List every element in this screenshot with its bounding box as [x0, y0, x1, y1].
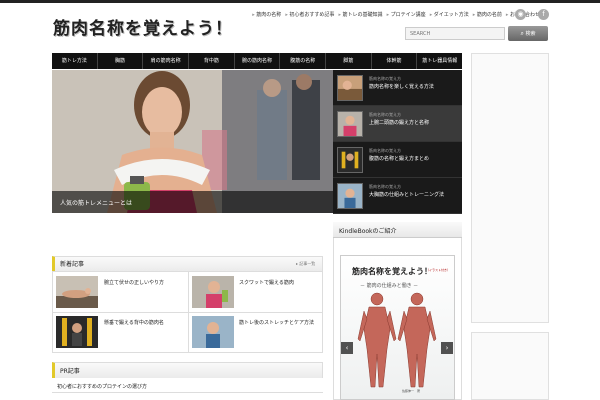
- post-thumbnail[interactable]: [192, 276, 234, 308]
- header-nav-item[interactable]: 筋肉の名前: [473, 10, 502, 22]
- header-nav-item[interactable]: 筋肉の名称: [252, 10, 281, 22]
- carousel-prev-button[interactable]: ‹: [341, 342, 353, 354]
- global-nav-item[interactable]: 肩の筋肉名称: [143, 53, 190, 69]
- pr-header: [52, 362, 323, 378]
- book-subtitle: － 筋肉の仕組みと働き －: [360, 283, 419, 289]
- side-list-title[interactable]: 筋肉名称を楽しく覚える方法: [369, 83, 459, 90]
- post-thumbnail[interactable]: [56, 276, 98, 308]
- sidebar-ad-top: [471, 53, 549, 323]
- header-nav-item[interactable]: 筋トレの基礎知識: [338, 10, 383, 22]
- side-thumb: [337, 183, 363, 209]
- header-nav: 筋肉の名称 初心者おすすめ記事 筋トレの基礎知識 プロテイン講座 ダイエット方法…: [256, 10, 540, 22]
- global-nav: 筋トレ方法 胸筋 肩の筋肉名称 背中筋 腕の筋肉名称 腹筋の名称 脚筋 体幹筋 …: [52, 53, 462, 69]
- side-list-category: 筋肉名称の覚え方: [369, 184, 401, 189]
- side-list-category: 筋肉名称の覚え方: [369, 112, 401, 117]
- side-list-title[interactable]: 大胸筋の仕組みとトレーニング法: [369, 191, 459, 198]
- new-posts-title: 新着記事: [60, 261, 85, 268]
- kindle-widget-title: KindleBookのご紹介: [339, 228, 397, 235]
- side-thumb: [337, 147, 363, 173]
- sidebar-ad-bottom: [471, 332, 549, 400]
- side-list-title[interactable]: 上腕二頭筋の鍛え方と名称: [369, 119, 459, 126]
- search-input[interactable]: [405, 27, 505, 40]
- global-nav-item[interactable]: 背中筋: [189, 53, 235, 69]
- global-nav-item[interactable]: 筋トレ方法: [52, 53, 98, 69]
- side-list-item[interactable]: 筋肉名称の覚え方 腹筋の名称と鍛え方まとめ: [333, 142, 462, 178]
- global-nav-item[interactable]: 脚筋: [326, 53, 372, 69]
- slider-side-list: 筋肉名称の覚え方 筋肉名称を楽しく覚える方法 筋肉名称の覚え方 上腕二頭筋の鍛え…: [333, 70, 462, 214]
- post-thumbnail[interactable]: [192, 316, 234, 348]
- pr-title: PR記事: [60, 368, 80, 375]
- side-list-category: 筋肉名称の覚え方: [369, 148, 401, 153]
- top-bar: [0, 0, 600, 3]
- header-nav-item[interactable]: ダイエット方法: [430, 10, 469, 22]
- side-list-item[interactable]: 筋肉名称の覚え方 上腕二頭筋の鍛え方と名称: [333, 106, 462, 142]
- book-tag: （イラスト付き）: [426, 268, 450, 272]
- rss-icon[interactable]: ◉: [515, 9, 526, 20]
- global-nav-item[interactable]: 体幹筋: [372, 53, 418, 69]
- post-title[interactable]: 懸垂で鍛える背中の筋肉名: [104, 319, 164, 326]
- book-title: 筋肉名称を覚えよう！: [352, 267, 432, 276]
- new-posts-more-link[interactable]: ▸ 記事一覧: [296, 261, 315, 267]
- global-nav-item[interactable]: 胸筋: [98, 53, 144, 69]
- post-title[interactable]: 筋トレ後のストレッチとケア方法: [239, 319, 314, 326]
- book-author: 佐藤伸一 著: [402, 389, 421, 393]
- header-nav-item[interactable]: 初心者おすすめ記事: [285, 10, 334, 22]
- search-icon: ⌕: [520, 29, 524, 37]
- post-title[interactable]: 腕立て伏せの正しいやり方: [104, 279, 164, 286]
- slider-caption[interactable]: 人気の筋トレメニューとは: [60, 198, 132, 207]
- side-list-item[interactable]: 筋肉名称の覚え方 大胸筋の仕組みとトレーニング法: [333, 178, 462, 214]
- side-list-category: 筋肉名称の覚え方: [369, 76, 401, 81]
- site-logo[interactable]: 筋肉名称を覚えよう！: [53, 14, 233, 39]
- facebook-icon[interactable]: f: [538, 9, 549, 20]
- side-thumb: [337, 75, 363, 101]
- global-nav-item[interactable]: 腕の筋肉名称: [235, 53, 281, 69]
- carousel-next-button[interactable]: ›: [441, 342, 453, 354]
- global-nav-item[interactable]: 腹筋の名称: [280, 53, 327, 69]
- side-list-title[interactable]: 腹筋の名称と鍛え方まとめ: [369, 155, 459, 162]
- global-nav-item[interactable]: 筋トレ器具情報: [417, 53, 462, 69]
- search-button[interactable]: ⌕ 検索: [508, 26, 548, 41]
- header-nav-item[interactable]: プロテイン講座: [387, 10, 426, 22]
- divider: [52, 392, 323, 393]
- side-list-item[interactable]: 筋肉名称の覚え方 筋肉名称を楽しく覚える方法: [333, 70, 462, 106]
- post-title[interactable]: スクワットで鍛える筋肉: [239, 279, 294, 286]
- side-thumb: [337, 111, 363, 137]
- new-posts-header: [52, 256, 323, 271]
- anatomy-illustration: [357, 292, 437, 388]
- pr-article-link[interactable]: 初心者におすすめのプロテインの選び方: [57, 383, 147, 390]
- post-thumbnail[interactable]: [56, 316, 98, 348]
- search-button-label: 検索: [525, 30, 536, 37]
